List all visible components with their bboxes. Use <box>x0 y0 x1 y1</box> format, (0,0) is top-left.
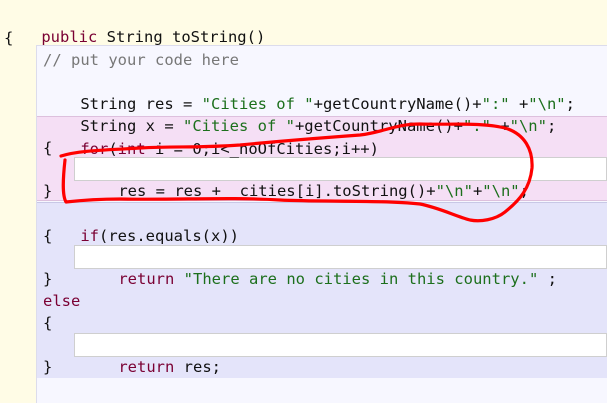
code-editor[interactable]: public String toString() { // put your c… <box>0 0 607 403</box>
x-decl-plus: + <box>490 117 510 135</box>
keyword-for: for <box>80 140 109 158</box>
if-condition: (res.equals(x)) <box>99 227 239 245</box>
if-body-suffix: ; <box>538 270 557 288</box>
method-signature-line[interactable]: public String toString() <box>4 4 265 46</box>
else-body-rest: res; <box>174 358 221 376</box>
x-declaration-line[interactable]: String x = "Cities of "+getCountryName()… <box>43 93 556 135</box>
for-loop-header[interactable]: for(int i = 0;i<_noOfCities;i++) <box>43 116 379 158</box>
if-close-brace[interactable]: } <box>43 268 52 290</box>
string-literal: "\n" <box>482 182 520 200</box>
else-close-brace[interactable]: } <box>43 356 52 378</box>
string-literal: "\n" <box>435 182 473 200</box>
for-paren: ( <box>108 140 118 158</box>
keyword-return: return <box>118 270 175 288</box>
for-body-prefix: res = res + _cities[i].toString()+ <box>118 182 436 200</box>
res-declaration-line[interactable]: String res = "Cities of "+getCountryName… <box>43 71 575 113</box>
keyword-if: if <box>80 227 99 245</box>
if-body-space <box>174 270 183 288</box>
code-comment[interactable]: // put your code here <box>43 49 239 71</box>
string-literal: "There are no cities in this country." <box>183 270 539 288</box>
keyword-else[interactable]: else <box>43 290 80 312</box>
else-body-statement[interactable]: return res; <box>81 334 221 376</box>
if-header[interactable]: if(res.equals(x)) <box>43 203 239 245</box>
string-literal: ":" <box>462 117 491 135</box>
method-open-brace[interactable]: { <box>4 27 13 49</box>
if-body-statement[interactable]: return "There are no cities in this coun… <box>81 246 557 288</box>
for-close-brace[interactable]: } <box>43 180 52 202</box>
signature-text: String toString() <box>97 28 266 46</box>
for-body-statement[interactable]: res = res + _cities[i].toString()+"\n"+"… <box>81 158 529 200</box>
keyword-int: int <box>117 140 146 158</box>
for-open-brace[interactable]: { <box>43 137 52 159</box>
for-condition: i = 0;i<_noOfCities;i++) <box>145 140 379 158</box>
for-body-suffix: ; <box>519 182 529 200</box>
x-decl-suffix: ; <box>546 117 557 135</box>
else-open-brace[interactable]: { <box>43 312 52 334</box>
res-decl-suffix: ; <box>565 95 575 113</box>
keyword-public: public <box>41 28 98 46</box>
for-body-plus: + <box>472 182 483 200</box>
if-open-brace[interactable]: { <box>43 225 52 247</box>
keyword-return: return <box>118 358 175 376</box>
string-literal: "\n" <box>509 117 547 135</box>
